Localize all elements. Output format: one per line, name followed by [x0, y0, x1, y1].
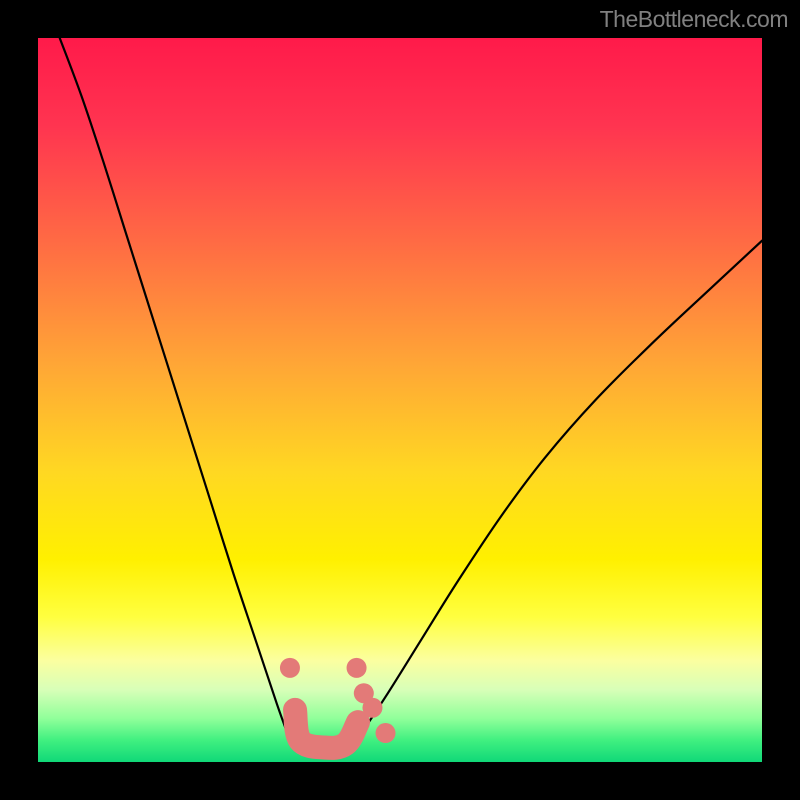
- chart-background: [38, 38, 762, 762]
- watermark-text: TheBottleneck.com: [600, 6, 788, 33]
- marker-point-1: [347, 658, 367, 678]
- marker-point-0: [280, 658, 300, 678]
- marker-point-4: [376, 723, 396, 743]
- marker-point-3: [362, 698, 382, 718]
- chart-svg: [38, 38, 762, 762]
- chart-plot-area: [38, 38, 762, 762]
